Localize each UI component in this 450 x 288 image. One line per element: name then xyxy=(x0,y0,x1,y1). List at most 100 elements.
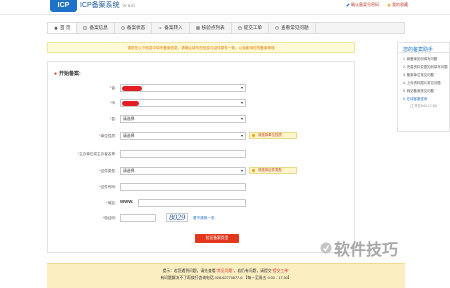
faq-link[interactable]: "常见问题" xyxy=(216,269,234,273)
ticket-icon xyxy=(237,26,242,30)
submit-ticket-link[interactable]: "提交工单" xyxy=(272,269,290,273)
assistant-item[interactable]: 3. 备案单位常见问题 xyxy=(403,71,449,79)
captcha-input[interactable] xyxy=(120,214,156,222)
main-nav: 首 页 备案信息 备案状态 备案转入 核验点列表 提交工单 ? 查看常见问题 xyxy=(47,22,405,34)
document-icon xyxy=(84,26,87,30)
assistant-list: 1. 新备案如何填写问题 2. 完善资料变更如何填写问题 3. 备案单位常见问题… xyxy=(398,53,449,103)
captcha-label-text: 验证码: xyxy=(104,216,116,220)
redacted-value xyxy=(122,101,139,106)
city-label: *市: xyxy=(36,101,116,106)
nav-record-transfer-label: 备案转入 xyxy=(164,25,183,30)
county-label-text: 县: xyxy=(111,117,116,121)
refresh-captcha-link[interactable]: 看不清换一张 xyxy=(193,216,215,221)
nav-record-status-label: 备案状态 xyxy=(126,25,146,30)
cert-type-select-value: 请选择 xyxy=(123,169,135,173)
unit-type-label-text: 单位性质: xyxy=(100,134,116,138)
cert-number-input[interactable] xyxy=(120,183,246,191)
nav-verification-points-label: 核验点列表 xyxy=(201,25,225,30)
footer-help-bar: 提示：若您遇到问题，请先查看"常见问题"，若仍有问题，请提交"提交工单" 有问题… xyxy=(47,263,405,288)
verify-record-type-button[interactable]: 验证备案类型 xyxy=(195,234,239,243)
unit-name-input[interactable] xyxy=(120,150,246,158)
nav-home-label: 首 页 xyxy=(60,25,71,30)
unit-name-label: *主办单位或主办者名称: xyxy=(36,152,116,157)
province-select[interactable]: ▾ xyxy=(120,84,246,92)
chevron-down-icon: ▾ xyxy=(240,85,243,90)
city-label-text: 市: xyxy=(111,101,116,105)
www-prefix: WWW. xyxy=(120,199,134,204)
record-assistant-panel: 您的备案助手 1. 新备案如何填写问题 2. 完善资料变更如何填写问题 3. 备… xyxy=(397,42,450,132)
notice-banner: 请您在以下信息中填写备案信息，请确认填写的信息与证件原件一致，以免影响您的备案审… xyxy=(47,42,355,53)
watermark-logo-icon xyxy=(320,242,332,254)
question-icon: ? xyxy=(275,26,279,30)
record-assistant-title: 您的备案助手 xyxy=(398,43,449,53)
form-title-text: 开始备案: xyxy=(59,71,81,77)
my-favorites-link[interactable]: 我的收藏 xyxy=(387,2,408,8)
redacted-value xyxy=(122,86,142,91)
unit-type-hint: 请选择单位性质 xyxy=(249,132,297,139)
unit-type-hint-text: 请选择单位性质 xyxy=(258,133,282,137)
cert-number-label-text: 证件号码: xyxy=(100,185,116,189)
nav-submit-ticket-label: 提交工单 xyxy=(243,25,263,30)
watermark: 软件技巧 xyxy=(320,236,398,260)
unit-type-label: *单位性质: xyxy=(36,134,116,139)
confirm-record-password-link[interactable]: 确认备案号密码 xyxy=(346,2,379,8)
footer-text-b: ，若仍有问题，请提交 xyxy=(233,269,272,273)
footer-text-a: 提示：若您遇到问题，请先查看 xyxy=(162,269,216,273)
domain-input[interactable] xyxy=(138,199,246,207)
county-select-value: 请选择 xyxy=(123,117,135,121)
unit-type-select[interactable]: 请选择 ▾ xyxy=(120,132,246,140)
my-favorites-label: 我的收藏 xyxy=(392,2,408,7)
assistant-item[interactable]: 4. 上传资料图片常见问题 xyxy=(403,79,449,87)
city-select[interactable]: ▾ xyxy=(120,99,246,107)
unit-name-label-text: 主办单位或主办者名称: xyxy=(79,152,116,156)
cert-type-label-text: 证件类型: xyxy=(100,169,116,173)
nav-record-transfer[interactable]: 备案转入 xyxy=(152,23,190,33)
watermark-text: 软件技巧 xyxy=(334,242,399,259)
transfer-icon xyxy=(158,26,162,30)
top-links: 确认备案号密码 我的收藏 xyxy=(346,2,408,8)
home-icon xyxy=(54,26,58,30)
captcha-label: *验证码: xyxy=(36,216,116,221)
chevron-down-icon: ▾ xyxy=(240,133,243,138)
county-label: *县: xyxy=(36,117,116,122)
nav-faq-label: 查看常见问题 xyxy=(281,25,309,30)
nav-faq[interactable]: ? 查看常见问题 xyxy=(269,23,316,33)
form-title: ● 开始备案: xyxy=(54,70,81,77)
footer-line-1: 提示：若您遇到问题，请先查看"常见问题"，若仍有问题，请提交"提交工单" xyxy=(47,268,405,275)
domain-label: *域名: xyxy=(36,201,116,206)
support-hours: （工作日9:00-17:30） xyxy=(408,104,440,108)
cert-number-label: *证件号码: xyxy=(36,185,116,190)
clock-icon xyxy=(121,26,125,30)
top-bar: ICP ICP备案系统 （V 5.0） 确认备案号密码 我的收藏 xyxy=(0,0,450,15)
nav-submit-ticket[interactable]: 提交工单 xyxy=(232,23,270,33)
nav-home[interactable]: 首 页 xyxy=(48,23,78,33)
nav-record-info[interactable]: 备案信息 xyxy=(77,23,115,33)
domain-label-text: 域名: xyxy=(107,201,116,205)
online-support-item[interactable]: 6. 在线客服咨询 xyxy=(403,95,449,103)
icp-logo[interactable]: ICP xyxy=(50,0,77,12)
chevron-down-icon: ▾ xyxy=(240,116,243,121)
province-label: *省: xyxy=(36,86,116,91)
captcha-image[interactable]: 8029 xyxy=(166,213,188,222)
cert-type-select[interactable]: 请选择 ▾ xyxy=(120,167,246,175)
assistant-item[interactable]: 1. 新备案如何填写问题 xyxy=(403,55,449,63)
cert-type-label: *证件类型: xyxy=(36,169,116,174)
assistant-item[interactable]: 2. 完善资料变更如何填写问题 xyxy=(403,63,449,71)
grid-icon xyxy=(196,26,200,30)
version-label: （V 5.0） xyxy=(120,3,138,8)
nav-verification-points[interactable]: 核验点列表 xyxy=(190,23,232,33)
cert-type-hint: 请选择证件类型 xyxy=(249,167,297,174)
province-label-text: 省: xyxy=(111,86,116,90)
star-icon xyxy=(387,3,391,7)
nav-record-status[interactable]: 备案状态 xyxy=(115,23,153,33)
county-select[interactable]: 请选择 ▾ xyxy=(120,115,246,123)
cert-type-hint-text: 请选择证件类型 xyxy=(258,168,282,172)
warning-icon xyxy=(252,169,255,172)
unit-type-select-value: 请选择 xyxy=(123,134,135,138)
confirm-record-password-label: 确认备案号密码 xyxy=(351,2,379,7)
chevron-down-icon: ▾ xyxy=(240,168,243,173)
warning-icon xyxy=(252,134,255,137)
bullet-icon: ● xyxy=(54,71,58,77)
assistant-item[interactable]: 5. 网站备案常见问题 xyxy=(403,87,449,95)
nav-record-info-label: 备案信息 xyxy=(89,25,108,30)
